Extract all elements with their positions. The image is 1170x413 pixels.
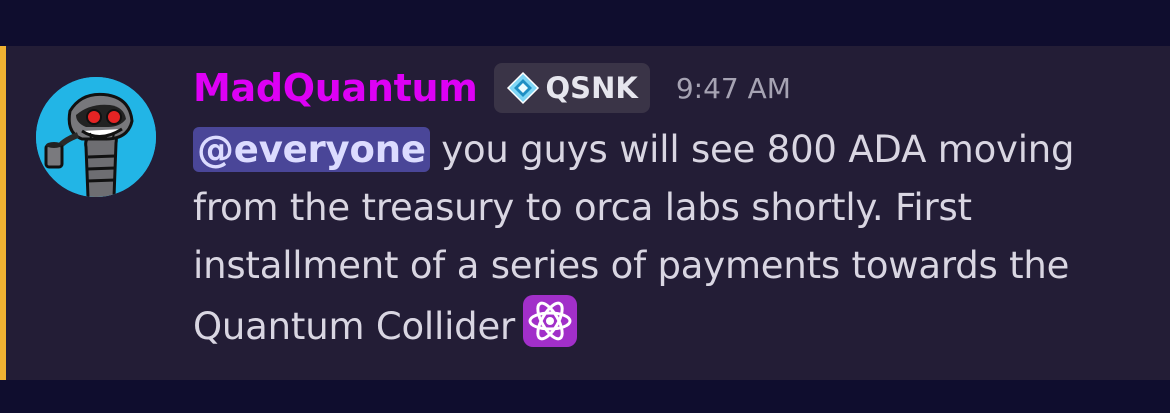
everyone-mention[interactable]: @everyone xyxy=(193,127,430,172)
diamond-crystal-icon xyxy=(506,71,539,105)
atom-symbol-icon xyxy=(523,295,578,347)
message-row: MadQuantum QSNK 9:47 AM @everyone you gu… xyxy=(0,46,1170,380)
message-content: MadQuantum QSNK 9:47 AM @everyone you gu… xyxy=(193,60,1146,356)
message-body: @everyone you guys will see 800 ADA movi… xyxy=(193,121,1146,356)
avatar[interactable] xyxy=(36,77,156,197)
message-header: MadQuantum QSNK 9:47 AM xyxy=(193,60,1146,116)
role-tag-label: QSNK xyxy=(545,71,638,105)
snake-robot-icon xyxy=(36,77,156,197)
role-tag[interactable]: QSNK xyxy=(493,63,650,113)
author-name[interactable]: MadQuantum xyxy=(193,66,478,110)
message-timestamp: 9:47 AM xyxy=(675,71,791,105)
highlight-accent-bar xyxy=(0,46,6,380)
